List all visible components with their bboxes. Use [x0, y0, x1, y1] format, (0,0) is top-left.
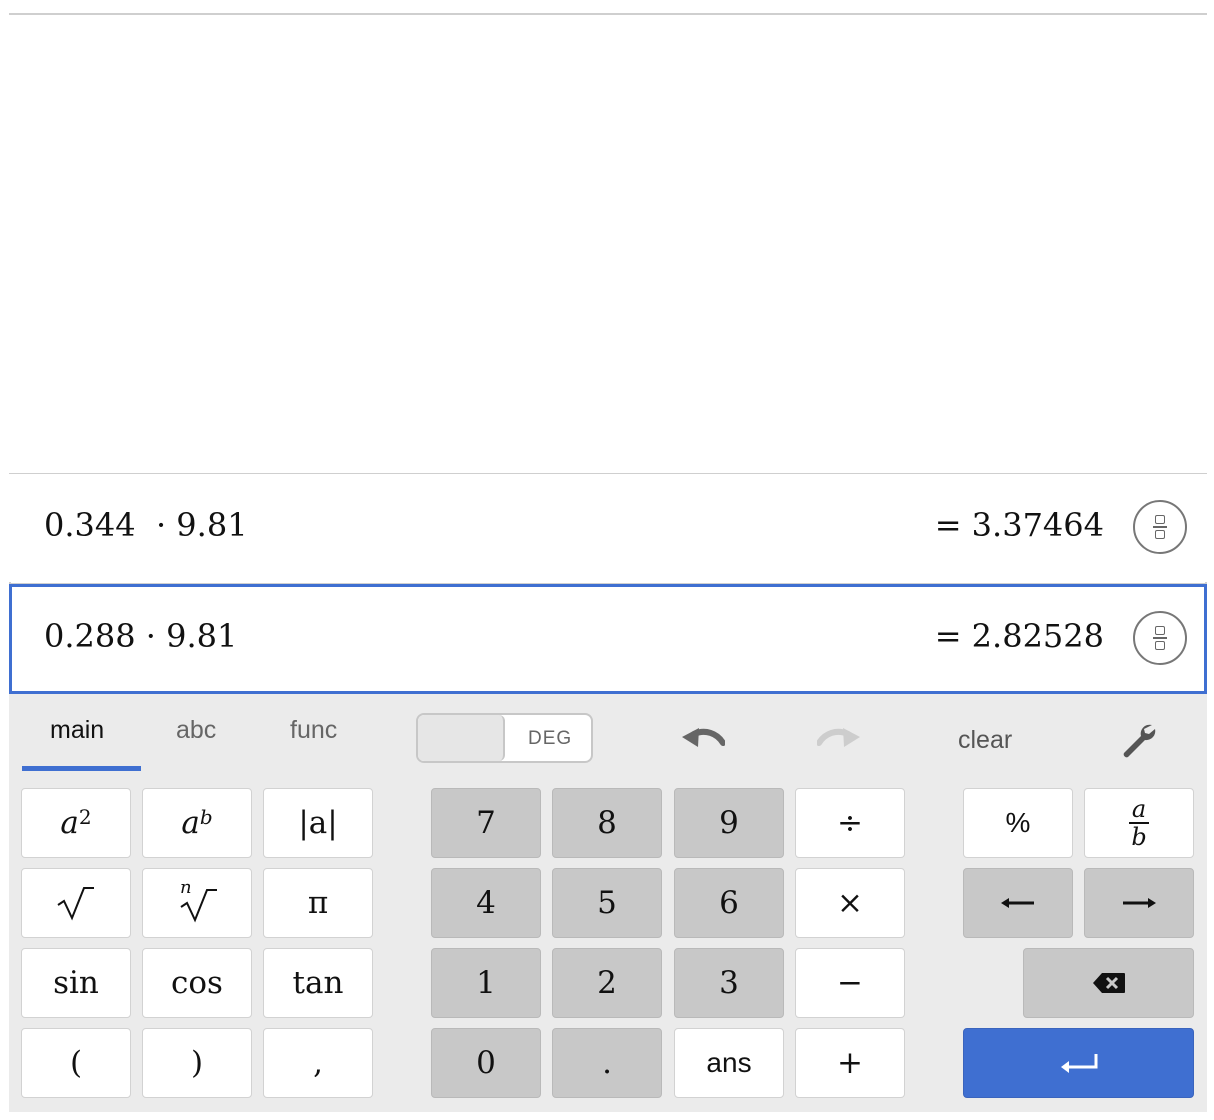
digit-3-key[interactable]: 3: [674, 948, 784, 1018]
cursor-left-key[interactable]: [963, 868, 1073, 938]
expression-result: = 3.37464: [934, 506, 1104, 544]
comma-key[interactable]: ,: [263, 1028, 373, 1098]
tab-main[interactable]: main: [50, 716, 104, 745]
expression-row-1[interactable]: 0.344 · 9.81 = 3.37464: [9, 474, 1207, 582]
digit-5-key[interactable]: 5: [552, 868, 662, 938]
expression-row-2[interactable]: 0.288 · 9.81 = 2.82528: [9, 584, 1207, 694]
backspace-key[interactable]: [1023, 948, 1194, 1018]
digit-6-key[interactable]: 6: [674, 868, 784, 938]
cursor-right-key[interactable]: [1084, 868, 1194, 938]
plus-key[interactable]: +: [795, 1028, 905, 1098]
tab-abc[interactable]: abc: [176, 716, 216, 745]
digit-1-key[interactable]: 1: [431, 948, 541, 1018]
divide-key[interactable]: ÷: [795, 788, 905, 858]
blank-display-area: [9, 15, 1207, 473]
digit-4-key[interactable]: 4: [431, 868, 541, 938]
digit-2-key[interactable]: 2: [552, 948, 662, 1018]
nth-root-key[interactable]: n: [142, 868, 252, 938]
enter-key[interactable]: [963, 1028, 1194, 1098]
angle-mode-toggle[interactable]: DEG: [416, 713, 593, 763]
percent-key[interactable]: %: [963, 788, 1073, 858]
tab-func[interactable]: func: [290, 716, 337, 745]
arrow-left-icon: [1001, 898, 1034, 908]
angle-mode-label: DEG: [528, 728, 573, 749]
expression-result: = 2.82528: [934, 617, 1104, 655]
digit-0-key[interactable]: 0: [431, 1028, 541, 1098]
keypad: main abc func DEG clear a2 ab |a| n π si…: [9, 694, 1207, 1112]
digit-7-key[interactable]: 7: [431, 788, 541, 858]
square-key[interactable]: a2: [21, 788, 131, 858]
undo-icon[interactable]: [677, 720, 727, 760]
backspace-icon: [1092, 973, 1125, 993]
clear-button[interactable]: clear: [958, 726, 1012, 755]
sqrt-key[interactable]: [21, 868, 131, 938]
multiply-key[interactable]: ×: [795, 868, 905, 938]
fraction-toggle-icon[interactable]: [1133, 611, 1187, 665]
active-tab-indicator: [22, 766, 141, 771]
sqrt-icon: [57, 887, 94, 921]
left-paren-key[interactable]: (: [21, 1028, 131, 1098]
fraction-toggle-icon[interactable]: [1133, 500, 1187, 554]
nth-root-icon: [180, 889, 217, 923]
ans-key[interactable]: ans: [674, 1028, 784, 1098]
enter-icon: [1060, 1054, 1097, 1073]
abs-key[interactable]: |a|: [263, 788, 373, 858]
expression-input[interactable]: 0.288 · 9.81: [44, 617, 237, 655]
digit-9-key[interactable]: 9: [674, 788, 784, 858]
pi-key[interactable]: π: [263, 868, 373, 938]
fraction-key[interactable]: a b: [1084, 788, 1194, 858]
decimal-point-key[interactable]: .: [552, 1028, 662, 1098]
redo-icon[interactable]: [815, 720, 865, 760]
expression-input[interactable]: 0.344 · 9.81: [44, 506, 248, 544]
arrow-right-icon: [1123, 898, 1156, 908]
power-key[interactable]: ab: [142, 788, 252, 858]
right-paren-key[interactable]: ): [142, 1028, 252, 1098]
wrench-icon[interactable]: [1116, 718, 1160, 762]
sin-key[interactable]: sin: [21, 948, 131, 1018]
toggle-knob: [418, 715, 505, 761]
minus-key[interactable]: −: [795, 948, 905, 1018]
digit-8-key[interactable]: 8: [552, 788, 662, 858]
cos-key[interactable]: cos: [142, 948, 252, 1018]
tan-key[interactable]: tan: [263, 948, 373, 1018]
